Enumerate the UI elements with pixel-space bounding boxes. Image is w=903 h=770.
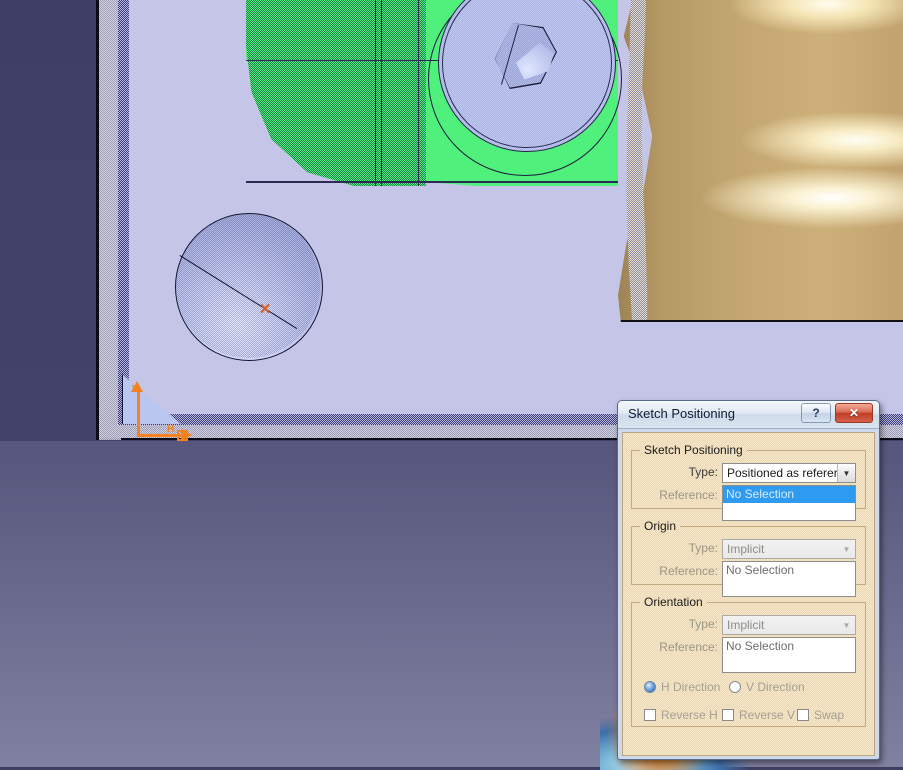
checkbox-icon[interactable] xyxy=(797,709,809,721)
orientation-type-combo-value: Implicit xyxy=(727,618,765,632)
v-axis-label: V xyxy=(132,384,139,395)
v-direction-radio-row[interactable]: V Direction xyxy=(729,680,805,694)
origin-reference-label: Reference: xyxy=(659,564,718,578)
swap-label: Swap xyxy=(814,708,845,722)
checkbox-icon[interactable] xyxy=(722,709,734,721)
swap-checkbox-row[interactable]: Swap xyxy=(797,708,844,722)
sketch-type-combo-value: Positioned as referer xyxy=(727,466,837,480)
radio-icon[interactable] xyxy=(729,681,741,693)
axis-origin-square-icon xyxy=(177,430,188,441)
chevron-down-icon[interactable]: ▼ xyxy=(837,464,855,482)
list-item[interactable]: No Selection xyxy=(723,638,855,655)
origin-type-combo-value: Implicit xyxy=(727,542,765,556)
brass-cylinder-body[interactable] xyxy=(618,0,903,322)
dialog-titlebar[interactable]: Sketch Positioning ? ✕ xyxy=(618,401,879,429)
face-edge-line xyxy=(418,0,419,186)
sketch-type-label: Type: xyxy=(688,465,718,479)
face-edge-line xyxy=(246,181,618,183)
spherical-boss-dither xyxy=(176,214,320,358)
dialog-title: Sketch Positioning xyxy=(628,406,735,421)
face-edge-line xyxy=(375,0,376,186)
sketch-type-combo[interactable]: Positioned as referer ▼ xyxy=(722,463,856,483)
h-axis-label: H xyxy=(167,424,175,435)
list-item[interactable]: No Selection xyxy=(723,562,855,579)
orientation-reference-label: Reference: xyxy=(659,640,718,654)
sketch-positioning-dialog[interactable]: Sketch Positioning ? ✕ Sketch Positionin… xyxy=(617,400,880,760)
reverse-v-checkbox-row[interactable]: Reverse V xyxy=(722,708,795,722)
orientation-type-label: Type: xyxy=(688,617,718,631)
v-direction-label: V Direction xyxy=(746,680,805,694)
v-axis-line xyxy=(137,388,140,437)
reverse-h-checkbox-row[interactable]: Reverse H xyxy=(644,708,718,722)
origin-type-combo[interactable]: Implicit ▼ xyxy=(722,539,856,559)
list-item[interactable]: No Selection xyxy=(723,486,855,503)
orientation-group-legend: Orientation xyxy=(644,595,703,609)
sketch-reference-label: Reference: xyxy=(659,488,718,502)
part-left-rim-shadow xyxy=(118,0,129,438)
reverse-v-label: Reverse V xyxy=(739,708,796,722)
dialog-body: Sketch Positioning Type: Positioned as r… xyxy=(622,432,875,756)
sketch-positioning-group-legend: Sketch Positioning xyxy=(644,443,743,457)
orientation-type-combo[interactable]: Implicit ▼ xyxy=(722,615,856,635)
3d-cad-viewport[interactable]: ✕ V H xyxy=(0,0,903,441)
face-edge-line xyxy=(381,0,382,186)
origin-group-legend: Origin xyxy=(644,519,677,533)
orientation-reference-listbox[interactable]: No Selection xyxy=(722,637,856,673)
radio-icon[interactable] xyxy=(644,681,656,693)
sketch-origin-x-marker: ✕ xyxy=(258,301,272,318)
h-direction-label: H Direction xyxy=(661,680,721,694)
chevron-down-icon[interactable]: ▼ xyxy=(838,540,855,558)
chevron-down-icon[interactable]: ▼ xyxy=(838,616,855,634)
reverse-h-label: Reverse H xyxy=(661,708,718,722)
h-direction-radio-row[interactable]: H Direction xyxy=(644,680,720,694)
checkbox-icon[interactable] xyxy=(644,709,656,721)
origin-type-label: Type: xyxy=(688,541,718,555)
help-button[interactable]: ? xyxy=(801,403,831,423)
close-button[interactable]: ✕ xyxy=(835,403,873,423)
sketch-reference-listbox[interactable]: No Selection xyxy=(722,485,856,521)
origin-reference-listbox[interactable]: No Selection xyxy=(722,561,856,597)
